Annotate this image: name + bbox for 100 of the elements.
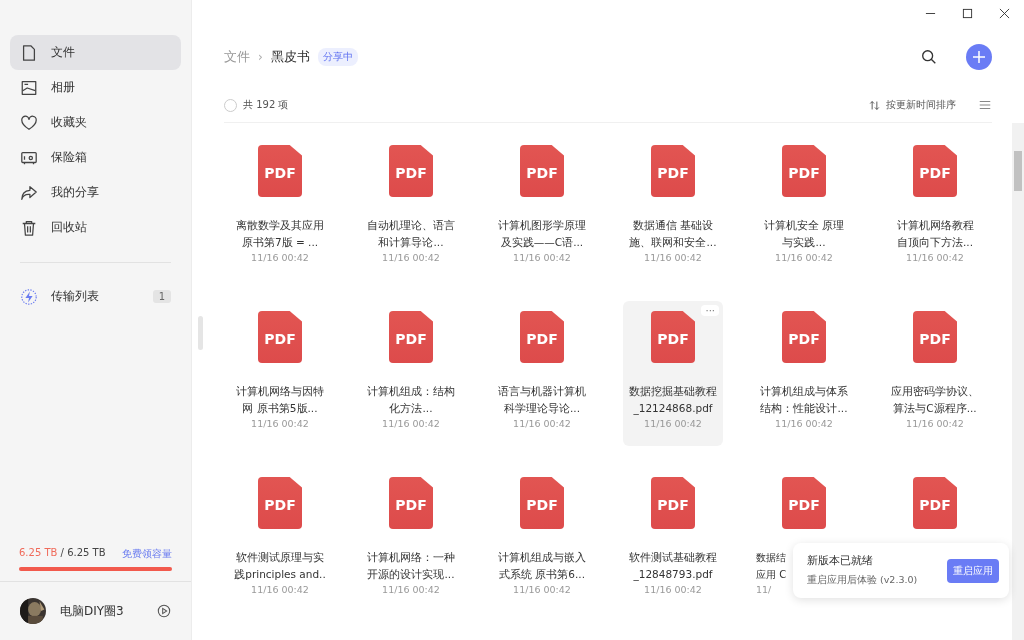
file-name: 计算机网络：一种 开源的设计实现... xyxy=(367,550,455,582)
file-name: 语言与机器计算机 科学理论导论... xyxy=(498,384,586,416)
sidebar-item[interactable]: 收藏夹 xyxy=(10,105,181,140)
pdf-file-icon: PDF xyxy=(520,145,564,197)
pdf-file-icon: PDF xyxy=(651,477,695,529)
pdf-file-icon: PDF xyxy=(520,311,564,363)
free-storage-link[interactable]: 免费领容量 xyxy=(122,547,172,561)
sidebar-item[interactable]: 保险箱 xyxy=(10,140,181,175)
pdf-file-icon: PDF xyxy=(651,145,695,197)
close-icon[interactable] xyxy=(999,7,1010,19)
pdf-file-icon: PDF xyxy=(913,477,957,529)
toast-title: 新版本已就绪 xyxy=(807,554,874,568)
pdf-file-icon: PDF xyxy=(389,477,433,529)
count-badge: 1 xyxy=(152,290,171,303)
pdf-file-icon: PDF xyxy=(913,311,957,363)
sidebar-item[interactable]: 回收站 xyxy=(10,210,181,245)
file-time: 11/16 00:42 xyxy=(775,252,833,263)
file-card[interactable]: PDF 计算机组成与嵌入 式系统 原书第6... 11/16 00:42 xyxy=(492,467,592,612)
file-name: 软件测试原理与实 践principles and.. xyxy=(234,550,326,582)
file-card[interactable]: PDF 离散数学及其应用 原书第7版 = ... 11/16 00:42 xyxy=(230,135,330,280)
user-name: 电脑DIY圈3 xyxy=(60,602,125,620)
pdf-file-icon: PDF xyxy=(520,477,564,529)
sort-button[interactable]: 按更新时间排序 xyxy=(886,98,956,112)
file-name: 数据通信 基础设 施、联网和安全... xyxy=(629,218,717,250)
file-card[interactable]: PDF 计算机组成与体系 结构：性能设计... 11/16 00:42 xyxy=(754,301,854,446)
scrollbar-thumb[interactable] xyxy=(1014,151,1022,191)
list-view-icon[interactable] xyxy=(978,98,992,112)
file-card[interactable]: PDF 计算机组成：结构 化方法... 11/16 00:42 xyxy=(361,301,461,446)
file-card[interactable]: PDF 应用密码学协议、 算法与C源程序... 11/16 00:42 xyxy=(885,301,985,446)
file-card[interactable]: PDF 自动机理论、语言 和计算导论... 11/16 00:42 xyxy=(361,135,461,280)
file-name: 计算机网络与因特 网 原书第5版... xyxy=(236,384,324,416)
file-name: 自动机理论、语言 和计算导论... xyxy=(367,218,455,250)
breadcrumb-separator: › xyxy=(258,50,263,64)
scrollbar[interactable] xyxy=(1012,123,1024,640)
file-card[interactable]: PDF 计算机网络教程 自顶向下方法... 11/16 00:42 xyxy=(885,135,985,280)
file-card[interactable]: PDF 数据通信 基础设 施、联网和安全... 11/16 00:42 xyxy=(623,135,723,280)
file-name: 计算机组成与嵌入 式系统 原书第6... xyxy=(498,550,586,582)
trash-icon xyxy=(20,218,38,237)
file-time: 11/16 00:42 xyxy=(251,584,309,595)
file-card[interactable]: PDF 计算机安全 原理 与实践... 11/16 00:42 xyxy=(754,135,854,280)
transfer-list-item[interactable]: 传输列表 1 xyxy=(10,279,181,314)
file-time: 11/ xyxy=(756,584,772,595)
pdf-file-icon: PDF xyxy=(782,145,826,197)
file-time: 11/16 00:42 xyxy=(644,418,702,429)
sharing-tag: 分享中 xyxy=(317,48,358,66)
file-name: 离散数学及其应用 原书第7版 = ... xyxy=(236,218,324,250)
storage-usage: 6.25 TB / 6.25 TB xyxy=(19,547,106,560)
item-count: 共 192 项 xyxy=(243,98,289,112)
file-time: 11/16 00:42 xyxy=(513,418,571,429)
pdf-file-icon: PDF xyxy=(258,145,302,197)
file-time: 11/16 00:42 xyxy=(513,584,571,595)
file-card[interactable]: PDF 软件测试基础教程 _12848793.pdf 11/16 00:42 xyxy=(623,467,723,612)
pdf-file-icon: PDF xyxy=(389,311,433,363)
pdf-file-icon: PDF xyxy=(782,311,826,363)
sidebar-item[interactable]: 我的分享 xyxy=(10,175,181,210)
file-name: 应用密码学协议、 算法与C源程序... xyxy=(891,384,979,416)
add-button[interactable] xyxy=(966,44,992,70)
pdf-file-icon: PDF xyxy=(651,311,695,363)
lightning-icon xyxy=(20,287,38,306)
file-card[interactable]: PDF 计算机图形学原理 及实践——C语... 11/16 00:42 xyxy=(492,135,592,280)
play-circle-icon[interactable] xyxy=(157,604,171,618)
file-card[interactable]: PDF 计算机网络：一种 开源的设计实现... 11/16 00:42 xyxy=(361,467,461,612)
plus-icon xyxy=(971,49,987,65)
file-time: 11/16 00:42 xyxy=(251,252,309,263)
file-time: 11/16 00:42 xyxy=(906,418,964,429)
heart-icon xyxy=(20,113,38,132)
pdf-file-icon: PDF xyxy=(782,477,826,529)
file-time: 11/16 00:42 xyxy=(382,252,440,263)
sidebar-item[interactable]: 相册 xyxy=(10,70,181,105)
sort-icon xyxy=(869,99,880,111)
file-card[interactable]: ··· PDF 数据挖掘基础教程 _12124868.pdf 11/16 00:42 xyxy=(623,301,723,446)
file-time: 11/16 00:42 xyxy=(513,252,571,263)
file-name: 数据挖掘基础教程 _12124868.pdf xyxy=(629,384,717,417)
file-time: 11/16 00:42 xyxy=(644,584,702,595)
file-time: 11/16 00:42 xyxy=(644,252,702,263)
resize-handle[interactable] xyxy=(198,316,203,350)
search-icon[interactable] xyxy=(920,48,938,66)
file-card[interactable]: PDF 语言与机器计算机 科学理论导论... 11/16 00:42 xyxy=(492,301,592,446)
share-icon xyxy=(20,183,38,202)
sidebar-item[interactable]: 文件 xyxy=(10,35,181,70)
file-name: 计算机安全 原理 与实践... xyxy=(763,218,845,250)
more-button[interactable]: ··· xyxy=(701,305,719,316)
file-name: 软件测试基础教程 _12848793.pdf xyxy=(629,550,717,583)
file-icon xyxy=(20,43,38,62)
file-card[interactable]: PDF 软件测试原理与实 践principles and.. 11/16 00:42 xyxy=(230,467,330,612)
restart-button[interactable]: 重启应用 xyxy=(947,558,999,583)
pdf-file-icon: PDF xyxy=(389,145,433,197)
folder-title: 黑皮书 xyxy=(270,48,310,66)
file-name: 计算机组成与体系 结构：性能设计... xyxy=(760,384,848,416)
file-name: 计算机网络教程 自顶向下方法... xyxy=(896,218,974,250)
file-time: 11/16 00:42 xyxy=(906,252,964,263)
file-time: 11/16 00:42 xyxy=(775,418,833,429)
file-card[interactable]: PDF 计算机网络与因特 网 原书第5版... 11/16 00:42 xyxy=(230,301,330,446)
image-icon xyxy=(20,78,38,97)
pdf-file-icon: PDF xyxy=(258,311,302,363)
maximize-icon[interactable] xyxy=(962,7,973,19)
toast-subtitle: 重启应用后体验 (v2.3.0) xyxy=(807,574,919,587)
file-name: 计算机图形学原理 及实践——C语... xyxy=(498,218,586,250)
pdf-file-icon: PDF xyxy=(258,477,302,529)
file-time: 11/16 00:42 xyxy=(382,584,440,595)
